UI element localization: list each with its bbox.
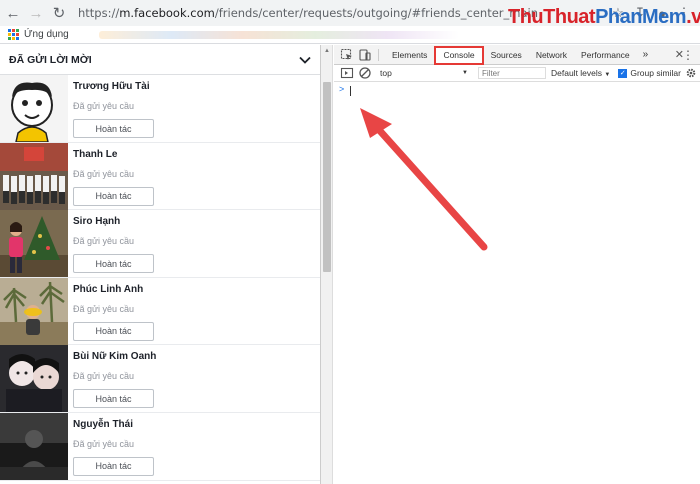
tab-performance[interactable]: Performance: [574, 45, 637, 65]
undo-button[interactable]: Hoàn tác: [73, 321, 154, 341]
context-select[interactable]: top ▼: [380, 68, 468, 78]
text-cursor: [350, 86, 351, 96]
devtools-tab-bar: Elements Console Sources Network Perform…: [334, 45, 700, 65]
avatar[interactable]: [0, 412, 68, 480]
request-row: Bùi Nữ Kim Oanh Đã gửi yêu cầu Hoàn tác: [0, 345, 320, 413]
gear-icon[interactable]: [685, 67, 697, 79]
url-path: /friends/center/requests/outgoing/#frien…: [214, 6, 538, 20]
undo-button[interactable]: Hoàn tác: [73, 389, 154, 409]
more-tabs-icon[interactable]: »: [637, 49, 655, 60]
avatar[interactable]: [0, 277, 68, 345]
bookmarks-bar: Ứng dụng: [0, 26, 700, 44]
levels-arrow-icon: ▼: [604, 72, 611, 78]
url-host: m.facebook.com: [119, 6, 215, 20]
scroll-up-arrow-icon[interactable]: ▲: [321, 45, 333, 57]
request-name[interactable]: Siro Hạnh: [73, 216, 154, 230]
group-similar-label: Group similar: [630, 68, 681, 78]
section-title: ĐÃ GỬI LỜI MỜI: [9, 53, 92, 66]
request-status: Đã gửi yêu cầu: [73, 101, 135, 111]
friend-requests-panel: ĐÃ GỬI LỜI MỜI Trương Hữu Tài Đã gửi yêu…: [0, 45, 321, 484]
section-header[interactable]: ĐÃ GỬI LỜI MỜI: [0, 45, 320, 75]
request-name[interactable]: Nguyễn Thái: [73, 419, 154, 433]
console-prompt: >: [339, 84, 345, 94]
context-value: top: [380, 68, 392, 78]
checkbox-checked-icon[interactable]: ✓: [618, 68, 628, 78]
devtools-panel: Elements Console Sources Network Perform…: [334, 45, 700, 484]
avatar[interactable]: [0, 345, 68, 413]
console-toolbar: top ▼ Default levels ▼ ✓ Group similar: [334, 65, 700, 82]
request-name[interactable]: Trương Hữu Tài: [73, 81, 154, 95]
avatar[interactable]: [0, 75, 68, 142]
scroll-thumb[interactable]: [323, 82, 331, 272]
divider: [378, 48, 379, 61]
page-scrollbar[interactable]: ▲: [321, 45, 333, 484]
blurred-bookmarks: [98, 30, 459, 39]
request-name[interactable]: Thanh Le: [73, 149, 154, 163]
request-row: Phúc Linh Anh Đã gửi yêu cầu Hoàn tác: [0, 277, 320, 346]
watermark-part-c: .vn: [686, 6, 700, 28]
request-name[interactable]: Bùi Nữ Kim Oanh: [73, 351, 156, 365]
clear-console-icon[interactable]: [358, 66, 372, 80]
levels-label: Default levels: [551, 68, 603, 78]
request-status: Đã gửi yêu cầu: [73, 303, 135, 314]
tab-elements[interactable]: Elements: [385, 45, 434, 65]
watermark-part-a: ThuThuat: [508, 6, 596, 28]
request-name[interactable]: Phúc Linh Anh: [73, 284, 154, 298]
undo-button[interactable]: Hoàn tác: [73, 456, 154, 476]
avatar[interactable]: [0, 142, 68, 210]
reload-icon[interactable]: ↻: [49, 3, 69, 23]
kebab-menu-icon[interactable]: ⋮: [682, 48, 694, 62]
undo-button[interactable]: Hoàn tác: [73, 119, 154, 138]
undo-button[interactable]: Hoàn tác: [73, 254, 154, 274]
levels-select[interactable]: Default levels ▼: [551, 68, 610, 78]
undo-button[interactable]: Hoàn tác: [73, 186, 154, 206]
console-output[interactable]: >: [334, 82, 700, 482]
request-row: Trương Hữu Tài Đã gửi yêu cầu Hoàn tác: [0, 75, 320, 143]
sidebar-toggle-icon[interactable]: [340, 66, 354, 80]
request-status: Đã gửi yêu cầu: [73, 438, 135, 449]
filter-input[interactable]: [478, 67, 546, 79]
avatar[interactable]: [0, 210, 68, 278]
group-similar-toggle[interactable]: ✓ Group similar: [618, 68, 681, 78]
url-prefix: https://: [78, 6, 120, 20]
forward-icon[interactable]: →: [26, 3, 46, 23]
tab-console[interactable]: Console: [434, 45, 484, 65]
tab-network[interactable]: Network: [529, 45, 574, 65]
request-status: Đã gửi yêu cầu: [73, 371, 135, 382]
inspect-element-icon[interactable]: [340, 48, 354, 62]
request-status: Đã gửi yêu cầu: [73, 236, 135, 247]
tab-sources[interactable]: Sources: [484, 45, 529, 65]
request-row: Siro Hạnh Đã gửi yêu cầu Hoàn tác: [0, 210, 320, 278]
dropdown-arrow-icon: ▼: [462, 70, 468, 76]
apps-label[interactable]: Ứng dụng: [24, 29, 69, 40]
chevron-down-icon[interactable]: [298, 53, 312, 67]
apps-icon[interactable]: [8, 29, 19, 40]
request-status: Đã gửi yêu cầu: [73, 168, 135, 179]
back-icon[interactable]: ←: [3, 3, 23, 23]
watermark-part-b: PhanMem: [595, 6, 687, 28]
request-row: Thanh Le Đã gửi yêu cầu Hoàn tác: [0, 142, 320, 211]
address-bar[interactable]: https://m.facebook.com/friends/center/re…: [72, 3, 538, 23]
device-toolbar-icon[interactable]: [358, 48, 372, 62]
request-row: Nguyễn Thái Đã gửi yêu cầu Hoàn tác: [0, 412, 320, 481]
